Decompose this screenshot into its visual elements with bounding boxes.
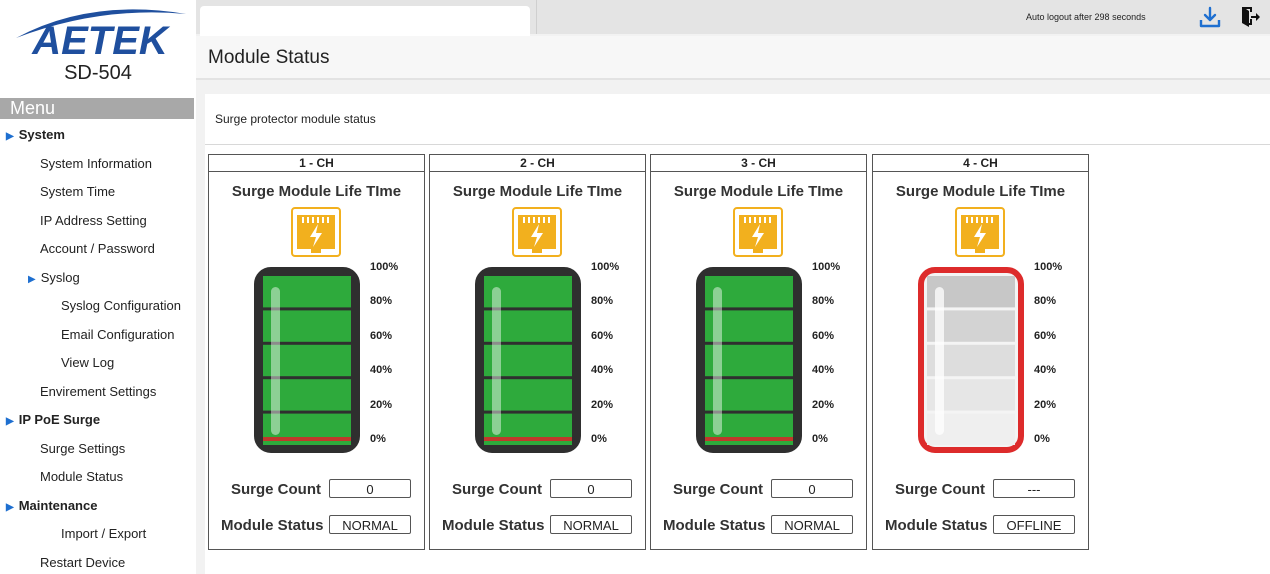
device-model: SD-504 bbox=[64, 62, 132, 84]
expand-arrow-icon: ▶ bbox=[28, 274, 36, 285]
menu-item-system[interactable]: ▶ System bbox=[6, 127, 65, 142]
expand-arrow-icon: ▶ bbox=[6, 416, 14, 427]
scale-label: 0% bbox=[812, 433, 828, 445]
download-icon[interactable] bbox=[1199, 6, 1221, 28]
sidebar: AETEK SD-504 Menu ▶ System System Informa… bbox=[0, 0, 196, 574]
life-time-title: Surge Module Life TIme bbox=[895, 183, 1066, 200]
menu-item-system-information[interactable]: System Information bbox=[40, 156, 152, 171]
menu-item-maintenance[interactable]: ▶ Maintenance bbox=[6, 498, 97, 513]
surge-module-icon bbox=[291, 207, 341, 257]
scale-label: 40% bbox=[812, 364, 835, 377]
menu-item-system-time[interactable]: System Time bbox=[40, 184, 115, 199]
page-title: Module Status bbox=[208, 47, 330, 68]
surge-count-value: --- bbox=[993, 479, 1075, 498]
scale-label: 0% bbox=[370, 433, 386, 445]
top-divider bbox=[536, 0, 537, 34]
scale-label: 80% bbox=[370, 295, 393, 308]
svg-text:AETEK: AETEK bbox=[31, 19, 171, 58]
life-gauge bbox=[918, 267, 1024, 453]
module-status-label: Module Status bbox=[221, 517, 324, 534]
menu-item-import-export[interactable]: Import / Export bbox=[61, 526, 146, 541]
scale-label: 100% bbox=[370, 261, 399, 273]
module-status-value: NORMAL bbox=[329, 515, 411, 534]
life-time-title: Surge Module Life TIme bbox=[673, 183, 844, 200]
module-card-2: 2 - CH Surge Module Life TIme 100% 80% 60% 40… bbox=[429, 154, 646, 550]
scale-label: 80% bbox=[812, 295, 835, 308]
aetek-logo: AETEK bbox=[16, 9, 186, 58]
surge-count-label: Surge Count bbox=[895, 481, 985, 498]
menu-item-syslog[interactable]: ▶ Syslog bbox=[28, 270, 80, 285]
scale-label: 60% bbox=[591, 329, 614, 342]
module-status-label: Module Status bbox=[885, 517, 988, 534]
menu-item-view-log[interactable]: View Log bbox=[61, 355, 114, 370]
surge-module-icon bbox=[955, 207, 1005, 257]
scale-label: 0% bbox=[591, 433, 607, 445]
scale-label: 20% bbox=[370, 398, 393, 411]
menu-item-restart-device[interactable]: Restart Device bbox=[40, 555, 125, 570]
surge-module-icon bbox=[512, 207, 562, 257]
scale-label: 40% bbox=[370, 364, 393, 377]
menu-item-surge-settings[interactable]: Surge Settings bbox=[40, 441, 125, 456]
expand-arrow-icon: ▶ bbox=[6, 502, 14, 513]
scale-label: 0% bbox=[1034, 433, 1050, 445]
surge-count-label: Surge Count bbox=[673, 481, 763, 498]
module-card-4: 4 - CH Surge Module Life TIme 100% 80% 60% 40… bbox=[872, 154, 1089, 550]
auto-logout-timer: Auto logout after 298 seconds bbox=[1026, 12, 1146, 22]
page-header: Module Status bbox=[196, 36, 1270, 80]
channel-label: 3 - CH bbox=[651, 155, 866, 172]
menu-header: Menu bbox=[0, 98, 194, 119]
life-gauge bbox=[696, 267, 802, 453]
module-status-value: NORMAL bbox=[550, 515, 632, 534]
menu-item-account-password[interactable]: Account / Password bbox=[40, 241, 155, 256]
scale-label: 100% bbox=[1034, 261, 1063, 273]
scale-label: 60% bbox=[370, 329, 393, 342]
menu-item-environment-settings[interactable]: Envirement Settings bbox=[40, 384, 156, 399]
section-divider bbox=[205, 144, 1270, 145]
expand-arrow-icon: ▶ bbox=[6, 131, 14, 142]
surge-count-value: 0 bbox=[771, 479, 853, 498]
surge-count-value: 0 bbox=[550, 479, 632, 498]
scale-label: 20% bbox=[591, 398, 614, 411]
surge-module-icon bbox=[733, 207, 783, 257]
scale-label: 100% bbox=[812, 261, 841, 273]
menu-item-email-configuration[interactable]: Email Configuration bbox=[61, 327, 174, 342]
scale-label: 60% bbox=[812, 329, 835, 342]
life-scale: 100% 80% 60% 40% 20% 0% bbox=[1034, 261, 1074, 457]
menu-item-syslog-configuration[interactable]: Syslog Configuration bbox=[61, 298, 181, 313]
channel-label: 2 - CH bbox=[430, 155, 645, 172]
module-status-label: Module Status bbox=[442, 517, 545, 534]
life-gauge bbox=[254, 267, 360, 453]
module-status-label: Module Status bbox=[663, 517, 766, 534]
module-card-3: 3 - CH Surge Module Life TIme 100% 80% 60% 40… bbox=[650, 154, 867, 550]
section-title: Surge protector module status bbox=[215, 112, 376, 126]
logout-icon[interactable] bbox=[1240, 6, 1260, 28]
scale-label: 40% bbox=[591, 364, 614, 377]
life-scale: 100% 80% 60% 40% 20% 0% bbox=[370, 261, 410, 457]
life-scale: 100% 80% 60% 40% 20% 0% bbox=[591, 261, 631, 457]
top-tab[interactable] bbox=[200, 6, 530, 36]
menu-item-module-status[interactable]: Module Status bbox=[40, 469, 123, 484]
module-card-1: 1 - CH Surge Module Life TIme 100% 80% 60% 40… bbox=[208, 154, 425, 550]
scale-label: 20% bbox=[812, 398, 835, 411]
surge-count-value: 0 bbox=[329, 479, 411, 498]
scale-label: 80% bbox=[1034, 295, 1057, 308]
channel-label: 4 - CH bbox=[873, 155, 1088, 172]
menu-item-ip-poe-surge[interactable]: ▶ IP PoE Surge bbox=[6, 412, 100, 427]
life-scale: 100% 80% 60% 40% 20% 0% bbox=[812, 261, 852, 457]
scale-label: 60% bbox=[1034, 329, 1057, 342]
module-status-value: NORMAL bbox=[771, 515, 853, 534]
life-time-title: Surge Module Life TIme bbox=[231, 183, 402, 200]
surge-count-label: Surge Count bbox=[231, 481, 321, 498]
menu-item-ip-address-setting[interactable]: IP Address Setting bbox=[40, 213, 147, 228]
scale-label: 100% bbox=[591, 261, 620, 273]
module-status-value: OFFLINE bbox=[993, 515, 1075, 534]
surge-count-label: Surge Count bbox=[452, 481, 542, 498]
life-gauge bbox=[475, 267, 581, 453]
life-time-title: Surge Module Life TIme bbox=[452, 183, 623, 200]
scale-label: 40% bbox=[1034, 364, 1057, 377]
channel-label: 1 - CH bbox=[209, 155, 424, 172]
scale-label: 20% bbox=[1034, 398, 1057, 411]
scale-label: 80% bbox=[591, 295, 614, 308]
